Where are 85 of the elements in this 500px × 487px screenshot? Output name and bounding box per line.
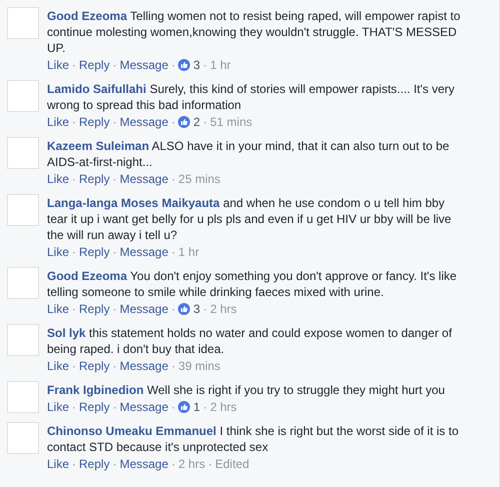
action-link[interactable]: Reply xyxy=(79,244,110,260)
separator-dot: · xyxy=(112,358,117,374)
comment-text: Good Ezeoma Telling women not to resist being raped, will empower rapist to continue molesting women,knowing they wouldn't struggle. THAT'S MESSED UP. xyxy=(47,8,462,56)
author-link[interactable]: Good Ezeoma xyxy=(47,269,128,283)
separator-dot: · xyxy=(208,456,212,472)
action-link[interactable]: Message xyxy=(120,244,168,260)
separator-dot: · xyxy=(171,358,176,374)
separator-dot: · xyxy=(171,244,176,260)
like-count[interactable]: 3 xyxy=(178,57,200,73)
separator-dot: · xyxy=(171,301,176,317)
action-link[interactable]: Message xyxy=(120,114,168,130)
avatar[interactable] xyxy=(7,7,39,39)
like-count[interactable]: 3 xyxy=(178,301,200,317)
like-count[interactable]: 1 xyxy=(178,399,200,415)
thumbs-up-icon xyxy=(178,59,190,71)
thumbs-up-icon xyxy=(178,401,190,413)
action-link[interactable]: Message xyxy=(120,57,168,73)
action-link[interactable]: Message xyxy=(120,456,168,472)
comment-text: Lamido Saifullahi Surely, this kind of stories will empower rapists.... It's very wrong to spread this bad information xyxy=(47,81,456,113)
action-link[interactable]: Message xyxy=(120,301,168,317)
author-link[interactable]: Sol lyk xyxy=(47,326,86,340)
separator-dot: · xyxy=(203,399,208,415)
separator-dot: · xyxy=(112,301,117,317)
author-link[interactable]: Lamido Saifullahi xyxy=(47,82,146,96)
comment-text: Langa-langa Moses Maikyauta and when he use condom o u tell him bby tear it up i want get belly for u pls pls and even if u get HIV ur bby will be live the will run away i tell u? xyxy=(47,195,452,243)
action-link[interactable]: Reply xyxy=(79,399,110,415)
author-link[interactable]: Langa-langa Moses Maikyauta xyxy=(47,196,220,210)
thumbs-up-icon xyxy=(178,116,190,128)
separator-dot: · xyxy=(203,114,208,130)
avatar[interactable] xyxy=(7,381,39,413)
separator-dot: · xyxy=(72,244,76,260)
thumbs-up-icon xyxy=(178,303,190,315)
separator-dot: · xyxy=(72,399,76,415)
comment-text: Kazeem Suleiman ALSO have it in your mind, that it can also turn out to be AIDS-at-first-night... xyxy=(47,138,450,170)
separator-dot: · xyxy=(112,399,117,415)
action-link[interactable]: Message xyxy=(120,399,168,415)
author-link[interactable]: Chinonso Umeaku Emmanuel xyxy=(47,424,216,438)
separator-dot: · xyxy=(171,399,176,415)
action-link[interactable]: Reply xyxy=(79,57,110,73)
avatar[interactable] xyxy=(7,137,39,169)
action-link[interactable]: Reply xyxy=(79,114,110,130)
action-link[interactable]: Reply xyxy=(79,456,110,472)
comment-text: Sol lyk this statement holds no water and could expose women to danger of being raped. i don't buy that idea. xyxy=(47,325,453,357)
separator-dot: · xyxy=(72,456,76,472)
author-link[interactable]: Kazeem Suleiman xyxy=(47,139,150,153)
action-link[interactable]: Message xyxy=(120,358,168,374)
separator-dot: · xyxy=(72,114,76,130)
avatar[interactable] xyxy=(7,422,39,454)
separator-dot: · xyxy=(203,57,208,73)
action-link[interactable]: Like xyxy=(47,456,70,472)
action-link[interactable]: Like xyxy=(47,114,70,130)
avatar[interactable] xyxy=(7,324,39,356)
author-link[interactable]: Good Ezeoma xyxy=(47,9,128,23)
separator-dot: · xyxy=(72,301,76,317)
author-link[interactable]: Frank Igbinedion xyxy=(47,383,144,397)
separator-dot: · xyxy=(72,171,76,187)
action-link[interactable]: Reply xyxy=(79,301,110,317)
separator-dot: · xyxy=(171,114,176,130)
like-count[interactable]: 2 xyxy=(178,114,200,130)
separator-dot: · xyxy=(171,456,176,472)
action-link[interactable]: Reply xyxy=(79,171,110,187)
separator-dot: · xyxy=(112,456,117,472)
separator-dot: · xyxy=(112,114,117,130)
action-link[interactable]: Like xyxy=(47,358,70,374)
separator-dot: · xyxy=(72,57,76,73)
avatar[interactable] xyxy=(7,194,39,226)
action-link[interactable]: Like xyxy=(47,171,70,187)
action-link[interactable]: Like xyxy=(47,301,70,317)
separator-dot: · xyxy=(171,57,176,73)
action-link[interactable]: Message xyxy=(120,171,168,187)
separator-dot: · xyxy=(171,171,176,187)
separator-dot: · xyxy=(72,358,76,374)
action-link[interactable]: Like xyxy=(47,244,70,260)
comment-text: Good Ezeoma You don't enjoy something you don't approve or fancy. It's like telling someone to smile while drinking faeces mixed with urine. xyxy=(47,268,458,300)
separator-dot: · xyxy=(112,244,117,260)
separator-dot: · xyxy=(203,301,208,317)
comment-text: Chinonso Umeaku Emmanuel I think she is right but the worst side of it is to contact STD because it's unprotected sex xyxy=(47,423,460,455)
avatar[interactable] xyxy=(7,80,39,112)
separator-dot: · xyxy=(112,57,117,73)
action-link[interactable]: Reply xyxy=(79,358,110,374)
comment-text: Frank Igbinedion Well she is right if you try to struggle they might hurt you xyxy=(47,382,446,398)
avatar[interactable] xyxy=(7,267,39,299)
separator-dot: · xyxy=(112,171,117,187)
action-link[interactable]: Like xyxy=(47,399,70,415)
action-link[interactable]: Like xyxy=(47,57,70,73)
